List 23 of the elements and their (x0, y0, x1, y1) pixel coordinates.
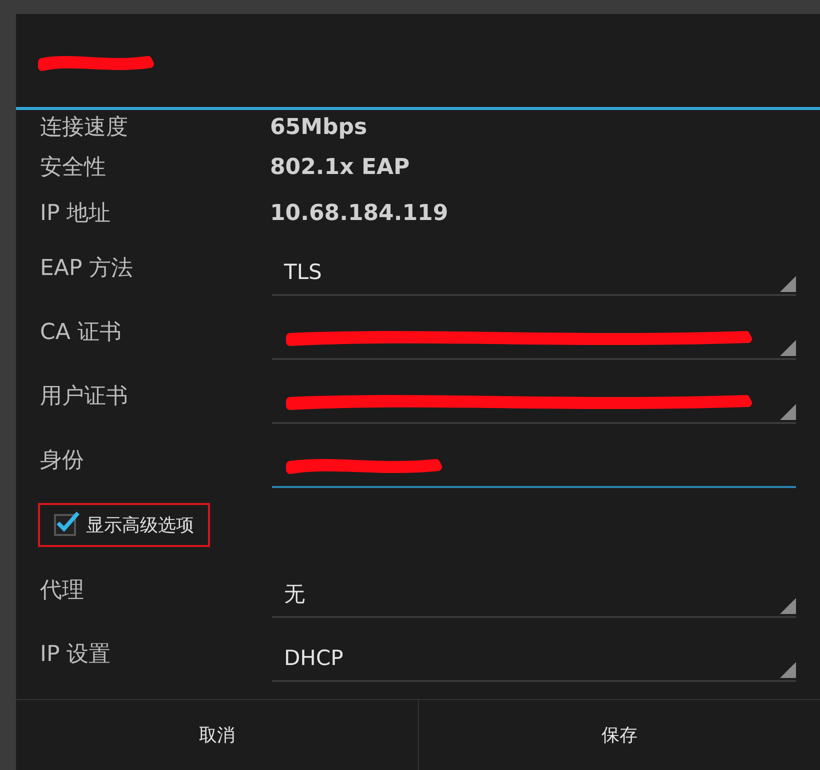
info-label: 安全性 (40, 154, 107, 182)
info-value: 65Mbps (270, 114, 368, 140)
info-label: 连接速度 (40, 114, 129, 142)
dropdown-corner-icon (780, 598, 796, 614)
dropdown-corner-icon (780, 404, 796, 420)
field-label: EAP 方法 (40, 255, 134, 283)
dropdown-field[interactable]: TLS (272, 250, 796, 296)
field-label: 代理 (40, 577, 85, 605)
info-value: 802.1x EAP (270, 154, 410, 180)
dropdown-field[interactable]: DHCP (272, 636, 796, 682)
dropdown-corner-icon (780, 340, 796, 356)
dialog-button[interactable]: 保存 (418, 700, 820, 770)
field-label: 用户证书 (40, 383, 129, 411)
dropdown-corner-icon (780, 662, 796, 678)
info-label: IP 地址 (40, 200, 112, 228)
info-value: 10.68.184.119 (270, 200, 448, 226)
dialog-button[interactable]: 取消 (16, 700, 418, 770)
dropdown-field[interactable]: 无 (272, 572, 796, 618)
field-label: 身份 (40, 447, 85, 475)
checkbox-label: 显示高级选项 (86, 514, 194, 537)
field-label: CA 证书 (40, 319, 122, 347)
field-label: IP 设置 (40, 641, 112, 669)
dropdown-corner-icon (780, 276, 796, 292)
